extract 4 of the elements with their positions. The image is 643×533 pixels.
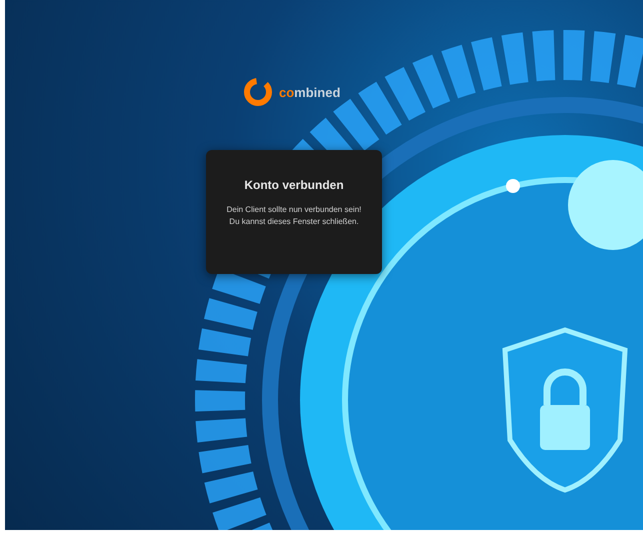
dialog-title: Konto verbunden [244, 178, 344, 192]
logo-text: combined [279, 84, 340, 100]
dialog-message: Du kannst dieses Fenster schließen. [229, 217, 359, 226]
dialog-message: Dein Client sollte nun verbunden sein! [226, 205, 362, 214]
